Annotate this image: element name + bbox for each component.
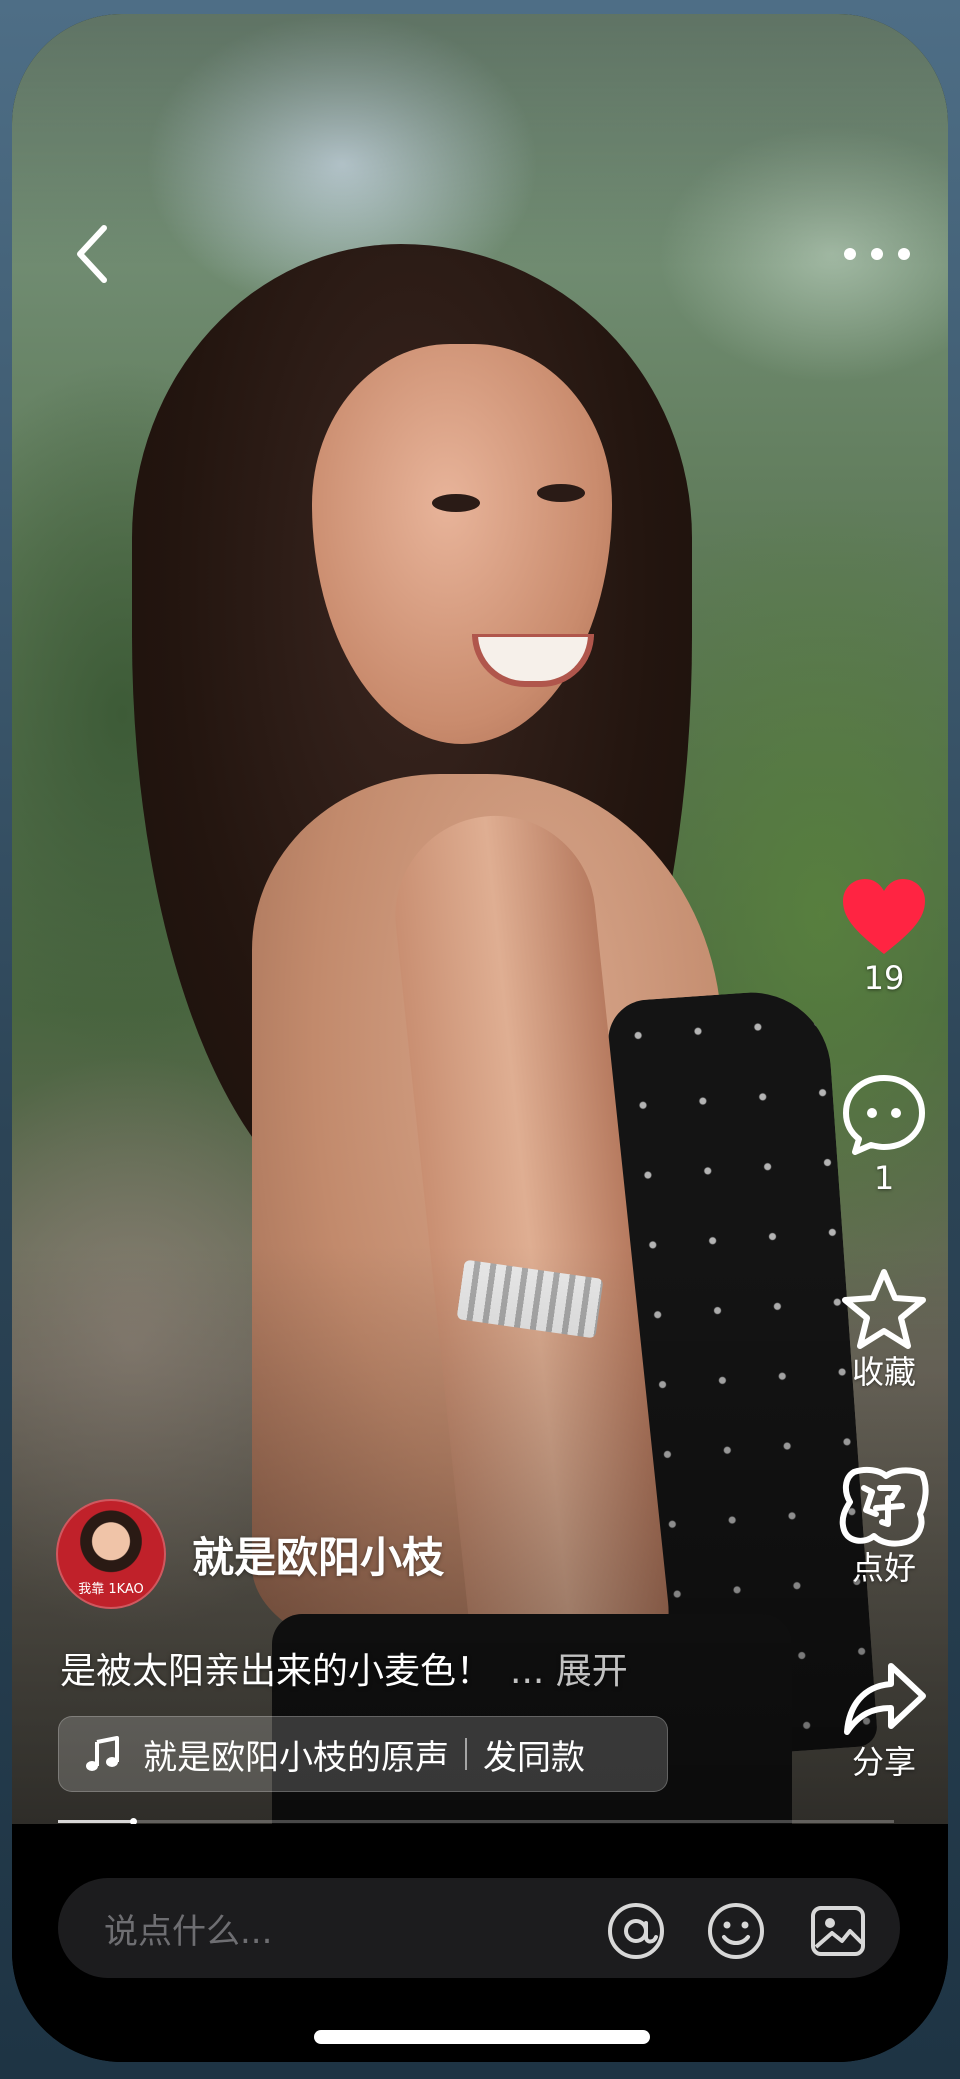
progress-fill [58, 1820, 134, 1823]
good-label: 点好 [851, 1549, 916, 1587]
share-icon [844, 1663, 926, 1735]
good-icon [839, 1466, 929, 1547]
post-caption: 是被太阳亲出来的小麦色！ ... 展开 [60, 1648, 628, 1696]
music-divider [465, 1738, 467, 1770]
comment-bar: 说点什么... [12, 1824, 948, 2062]
comment-count: 1 [873, 1159, 895, 1197]
comment-button[interactable]: 1 [818, 1072, 948, 1198]
more-button[interactable] [832, 224, 922, 284]
favorite-label: 收藏 [851, 1353, 916, 1391]
comment-icon [843, 1075, 925, 1155]
like-count: 19 [863, 959, 905, 997]
back-icon [77, 225, 107, 283]
good-button[interactable]: 点好 [818, 1462, 948, 1588]
comment-input[interactable]: 说点什么... [58, 1878, 900, 1978]
at-icon[interactable] [606, 1901, 666, 1961]
caption-text: 是被太阳亲出来的小麦色！ [60, 1651, 493, 1692]
expand-link[interactable]: ... 展开 [510, 1651, 628, 1692]
music-chip[interactable]: 就是欧阳小枝的原声 发同款 [58, 1716, 668, 1792]
like-button[interactable]: 19 [818, 876, 948, 998]
phone-frame: 19 1 收藏 点好 分享 我靠 1KAO 就是欧阳小枝 是被太阳亲出来的小麦色… [12, 14, 948, 2062]
avatar[interactable]: 我靠 1KAO [56, 1499, 166, 1609]
screen: 19 1 收藏 点好 分享 我靠 1KAO 就是欧阳小枝 是被太阳亲出来的小麦色… [0, 0, 960, 2079]
share-label: 分享 [851, 1743, 916, 1781]
back-button[interactable] [64, 214, 124, 294]
emoji-icon[interactable] [706, 1901, 766, 1961]
use-sound-button[interactable]: 发同款 [483, 1730, 585, 1779]
avatar-text: 我靠 1KAO [78, 1582, 144, 1597]
video-progress[interactable] [58, 1818, 894, 1825]
share-button[interactable]: 分享 [818, 1656, 948, 1782]
music-note-icon [86, 1736, 119, 1771]
heart-icon [843, 879, 925, 954]
comment-placeholder: 说点什么... [104, 1911, 273, 1952]
star-icon [842, 1269, 926, 1349]
more-icon [844, 248, 910, 260]
sound-name[interactable]: 就是欧阳小枝的原声 [143, 1730, 449, 1779]
author-name[interactable]: 就是欧阳小枝 [192, 1524, 444, 1585]
home-indicator[interactable] [314, 2030, 650, 2044]
favorite-button[interactable]: 收藏 [818, 1266, 948, 1392]
author-row: 我靠 1KAO 就是欧阳小枝 [56, 1499, 444, 1609]
image-icon[interactable] [808, 1901, 868, 1961]
